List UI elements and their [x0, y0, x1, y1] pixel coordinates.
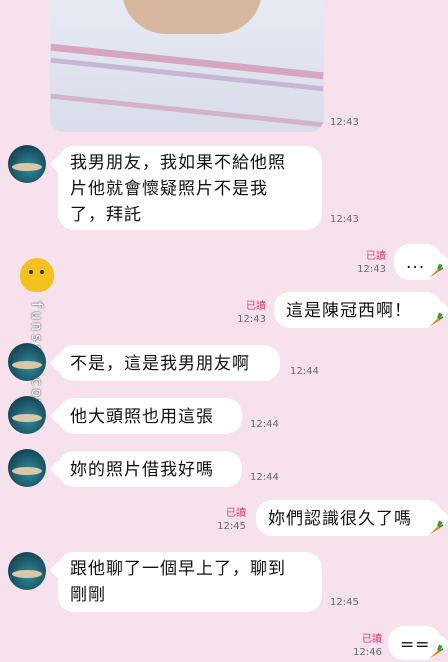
- read-label: 已讀: [362, 634, 382, 645]
- message-text: 不是，這是我男朋友啊: [70, 354, 250, 374]
- photo-time: 12:43: [330, 117, 359, 128]
- read-receipt: 已讀 12:43: [234, 300, 266, 326]
- message-bubble: 不是，這是我男朋友啊: [58, 345, 280, 381]
- site-watermark: funssy.com: [18, 258, 58, 410]
- read-label: 已讀: [226, 508, 246, 519]
- carrot-icon: [429, 520, 444, 535]
- message-text: 他大頭照也用這張: [70, 407, 214, 427]
- message-bubble: 妳們認識很久了嗎: [256, 500, 442, 536]
- carrot-icon: [429, 312, 444, 327]
- message-text: 這是陳冠西啊！: [286, 301, 412, 321]
- message-time: 12:44: [250, 472, 279, 483]
- message-time: 12:46: [353, 647, 382, 658]
- contact-avatar[interactable]: [8, 449, 46, 487]
- message-text: 妳的照片借我好嗎: [70, 460, 214, 480]
- read-label: 已讀: [246, 301, 266, 312]
- message-line: 片他就會懷疑照片不是我: [70, 179, 268, 199]
- message-line: 了，拜託: [70, 205, 142, 225]
- message-time: 12:44: [290, 366, 319, 377]
- message-line: 我男朋友，我如果不給他照: [70, 153, 286, 173]
- message-text: ...: [406, 253, 426, 273]
- message-line: 跟他聊了一個早上了，聊到: [70, 559, 286, 579]
- photo-face: [122, 0, 262, 34]
- message-bubble: 他大頭照也用這張: [58, 398, 242, 434]
- read-receipt: 已讀 12:43: [354, 250, 386, 276]
- message-line: 剛剛: [70, 585, 106, 605]
- read-receipt: 已讀 12:45: [214, 507, 246, 533]
- message-time: 12:43: [330, 214, 359, 225]
- message-time: 12:43: [357, 264, 386, 275]
- contact-avatar[interactable]: [8, 552, 46, 590]
- contact-avatar[interactable]: [8, 396, 46, 434]
- message-bubble: 妳的照片借我好嗎: [58, 451, 242, 487]
- read-label: 已讀: [366, 251, 386, 262]
- shared-photo[interactable]: [50, 0, 324, 132]
- message-time: 12:43: [237, 314, 266, 325]
- read-receipt: 已讀 12:46: [350, 633, 382, 659]
- message-time: 12:45: [217, 521, 246, 532]
- carrot-icon: [429, 263, 444, 278]
- contact-avatar[interactable]: [8, 145, 46, 183]
- contact-avatar[interactable]: [8, 343, 46, 381]
- message-time: 12:45: [330, 597, 359, 608]
- chick-mascot-icon: [20, 258, 54, 292]
- message-bubble: 我男朋友，我如果不給他照 片他就會懷疑照片不是我 了，拜託: [58, 146, 322, 230]
- message-time: 12:44: [250, 419, 279, 430]
- carrot-icon: [429, 644, 444, 659]
- message-text: 妳們認識很久了嗎: [268, 509, 412, 529]
- message-bubble: 這是陳冠西啊！: [274, 292, 442, 328]
- message-bubble: 跟他聊了一個早上了，聊到 剛剛: [58, 552, 322, 612]
